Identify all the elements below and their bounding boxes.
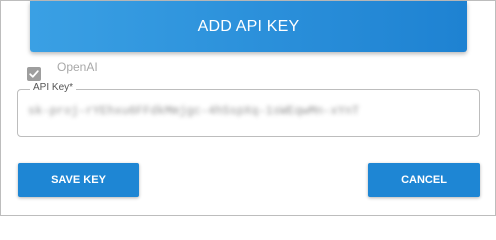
api-key-field[interactable]: API Key* sk-proj-rYEhxu6FFdkMmjgc-4hSspX… — [17, 82, 480, 137]
dialog-frame: ADD API KEY OpenAI API Key* sk-proj-rYEh… — [0, 0, 496, 216]
save-key-label: SAVE KEY — [51, 174, 106, 186]
api-key-label: API Key* — [30, 82, 77, 93]
add-api-key-label: ADD API KEY — [197, 17, 300, 35]
provider-label: OpenAI — [57, 60, 98, 74]
add-api-key-button[interactable]: ADD API KEY — [30, 1, 467, 52]
cancel-label: CANCEL — [401, 174, 447, 186]
save-key-button[interactable]: SAVE KEY — [18, 163, 139, 197]
checkbox-checked-icon[interactable] — [27, 67, 41, 81]
api-key-value[interactable]: sk-proj-rYEhxu6FFdkMmjgc-4hSspXq-1sWEqwM… — [28, 104, 469, 122]
provider-option-openai[interactable]: OpenAI — [27, 59, 98, 81]
cancel-button[interactable]: CANCEL — [368, 163, 480, 197]
